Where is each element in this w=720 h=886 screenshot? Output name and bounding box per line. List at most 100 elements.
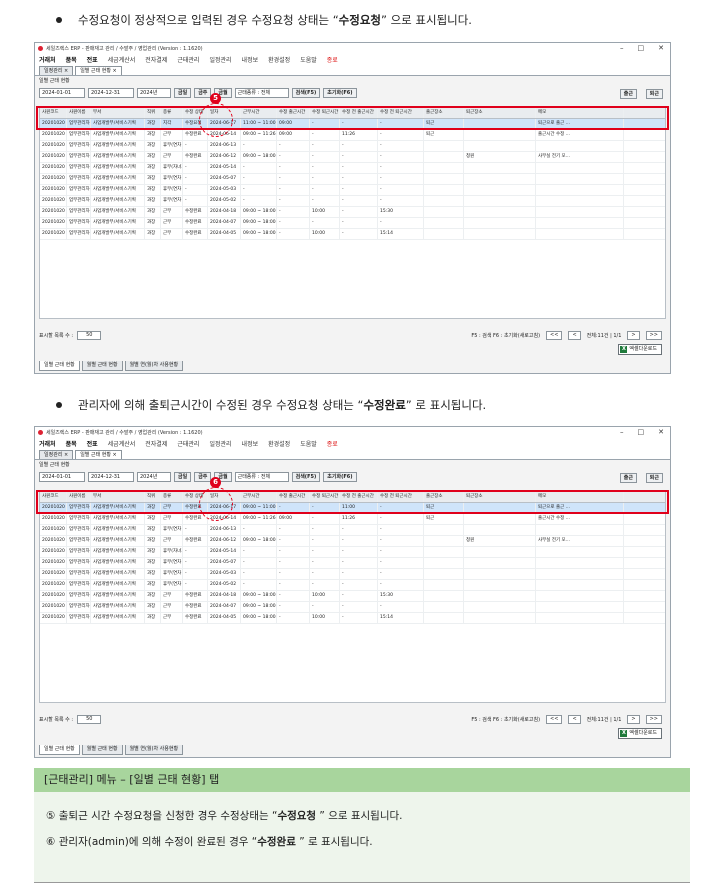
first-page-button[interactable]: <<	[546, 330, 563, 340]
table-row[interactable]: 20201020 업무관리자 사업개발부/서비스기획 과장 근무 수정완료 2024-04-…	[40, 602, 665, 613]
table-cell: 사업개발부/서비스기획	[91, 547, 145, 557]
rows-per-page-select[interactable]: 50	[77, 714, 102, 724]
table-row[interactable]: 20201020업무관리자사업개발부/서비스기획과장휴무(연차 1일)-2024…	[40, 141, 665, 152]
menu-item-2[interactable]: 전표	[87, 439, 98, 448]
reset-button[interactable]: 초기화(F6)	[323, 472, 357, 482]
table-cell: 사업개발부/서비스기획	[91, 613, 145, 623]
check-out-button[interactable]: 퇴근	[645, 89, 663, 99]
bottom-tab-1[interactable]: 월별 근태 현황	[81, 361, 123, 371]
excel-download-button[interactable]: X 엑셀다운로드	[618, 728, 662, 739]
close-button[interactable]: ✕	[658, 44, 664, 52]
menu-item-0[interactable]: 거래처	[39, 439, 56, 448]
menu-item-8[interactable]: 환경설정	[268, 439, 290, 448]
attendance-type-select[interactable]: 근태종류 : 전체	[234, 472, 289, 482]
reset-button[interactable]: 초기화(F6)	[323, 88, 357, 98]
check-in-button[interactable]: 출근	[619, 473, 637, 483]
last-page-button[interactable]: >>	[645, 330, 662, 340]
menu-item-5[interactable]: 근태관리	[177, 439, 199, 448]
attendance-type-select[interactable]: 근태종류 : 전체	[234, 88, 289, 98]
table-row[interactable]: 20201020업무관리자사업개발부/서비스기획과장휴무(연차 1일)-2024…	[40, 525, 665, 536]
table-cell: -	[277, 525, 310, 535]
today-button[interactable]: 금일	[174, 472, 192, 482]
menu-item-10[interactable]: 종료	[327, 439, 338, 448]
bottom-tab-0[interactable]: 일별 근태 현황	[39, 745, 80, 755]
table-row[interactable]: 20201020업무관리자사업개발부/서비스기획과장휴무(연차 1일)-2024…	[40, 580, 665, 591]
bottom-tab-2[interactable]: 월별 연(월)차 사용현황	[124, 745, 184, 755]
table-row[interactable]: 20201020 업무관리자 사업개발부/서비스기획 과장 근무 수정완료 2024-06-…	[40, 514, 665, 525]
bottom-tab-0[interactable]: 일별 근태 현황	[39, 361, 80, 371]
prev-page-button[interactable]: <	[568, 330, 581, 340]
table-row[interactable]: 20201020업무관리자사업개발부/서비스기획과장휴무(연차 1일)-2024…	[40, 569, 665, 580]
menu-item-2[interactable]: 전표	[87, 55, 98, 64]
this-week-button[interactable]: 금주	[194, 88, 212, 98]
menu-item-6[interactable]: 일정관리	[209, 439, 231, 448]
table-cell: 사업개발부/서비스기획	[91, 591, 145, 601]
bottom-tab-2[interactable]: 월별 연(월)차 사용현황	[124, 361, 184, 371]
maximize-button[interactable]: □	[638, 44, 645, 52]
menu-item-3[interactable]: 세금계산서	[108, 55, 136, 64]
menu-item-7[interactable]: 내정보	[242, 439, 259, 448]
date-to-field[interactable]: 2024-12-31	[88, 88, 134, 98]
year-select[interactable]: 2024년	[137, 472, 171, 482]
minimize-button[interactable]: –	[620, 428, 624, 436]
table-row[interactable]: 20201020업무관리자사업개발부/서비스기획과장휴무(연차 1일)-2024…	[40, 558, 665, 569]
menu-item-1[interactable]: 품목	[66, 55, 77, 64]
doc-tab-1[interactable]: 일별 근태 현황 ×	[75, 66, 122, 75]
menu-item-9[interactable]: 도움말	[300, 439, 317, 448]
table-row[interactable]: 20201020 업무관리자 사업개발부/서비스기획 과장 근무 수정완료 2024-04-…	[40, 591, 665, 602]
maximize-button[interactable]: □	[638, 428, 645, 436]
next-page-button[interactable]: >	[627, 330, 640, 340]
check-out-button[interactable]: 퇴근	[645, 473, 663, 483]
last-page-button[interactable]: >>	[645, 714, 662, 724]
table-row[interactable]: 20201020 업무관리자 사업개발부/서비스기획 과장 근무 수정완료 2024-04-…	[40, 613, 665, 624]
menu-item-0[interactable]: 거래처	[39, 55, 56, 64]
year-select[interactable]: 2024년	[137, 88, 171, 98]
today-button[interactable]: 금일	[174, 88, 192, 98]
menu-item-10[interactable]: 종료	[327, 55, 338, 64]
table-cell: -	[378, 218, 424, 228]
bottom-tab-1[interactable]: 월별 근태 현황	[81, 745, 123, 755]
menu-item-4[interactable]: 전자결제	[145, 439, 167, 448]
menu-item-1[interactable]: 품목	[66, 439, 77, 448]
search-button[interactable]: 검색(F5)	[291, 472, 321, 482]
table-row[interactable]: 20201020업무관리자사업개발부/서비스기획과장휴무(자녀휴원)-2024-…	[40, 547, 665, 558]
excel-download-button[interactable]: X 엑셀다운로드	[618, 344, 662, 355]
rows-per-page-select[interactable]: 50	[77, 330, 102, 340]
minimize-button[interactable]: –	[620, 44, 624, 52]
close-button[interactable]: ✕	[658, 428, 664, 436]
doc-tab-0[interactable]: 일정관리 ×	[39, 66, 74, 75]
table-row[interactable]: 20201020 업무관리자 사업개발부/서비스기획 과장 근무 수정완료 2024-06-…	[40, 536, 665, 547]
table-row[interactable]: 20201020 업무관리자 사업개발부/서비스기획 과장 근무 수정완료 2024-06-…	[40, 152, 665, 163]
menu-item-8[interactable]: 환경설정	[268, 55, 290, 64]
menu-item-5[interactable]: 근태관리	[177, 55, 199, 64]
this-week-button[interactable]: 금주	[194, 472, 212, 482]
panel-line-6-num: ⑥	[46, 836, 56, 848]
doc-tab-0[interactable]: 일정관리 ×	[39, 450, 74, 459]
menu-item-3[interactable]: 세금계산서	[108, 439, 136, 448]
step-marker: 5	[210, 93, 221, 104]
prev-page-button[interactable]: <	[568, 714, 581, 724]
table-row[interactable]: 20201020 업무관리자 사업개발부/서비스기획 과장 근무 수정완료 2024-04-…	[40, 207, 665, 218]
menu-item-7[interactable]: 내정보	[242, 55, 259, 64]
table-row[interactable]: 20201020업무관리자사업개발부/서비스기획과장휴무(연차 1일)-2024…	[40, 196, 665, 207]
table-row[interactable]: 20201020 업무관리자 사업개발부/서비스기획 과장 근무 수정완료 2024-06-…	[40, 130, 665, 141]
menu-item-9[interactable]: 도움말	[300, 55, 317, 64]
table-row[interactable]: 20201020업무관리자사업개발부/서비스기획과장휴무(자녀휴원)-2024-…	[40, 163, 665, 174]
table-row[interactable]: 20201020업무관리자사업개발부/서비스기획과장휴무(연차 1일)-2024…	[40, 185, 665, 196]
table-cell: -	[378, 558, 424, 568]
table-cell	[536, 174, 624, 184]
menu-item-6[interactable]: 일정관리	[209, 55, 231, 64]
table-row[interactable]: 20201020 업무관리자 사업개발부/서비스기획 과장 근무 수정완료 2024-04-…	[40, 218, 665, 229]
doc-tab-1[interactable]: 일별 근태 현황 ×	[75, 450, 122, 459]
check-in-button[interactable]: 출근	[619, 89, 637, 99]
date-to-field[interactable]: 2024-12-31	[88, 472, 134, 482]
search-button[interactable]: 검색(F5)	[291, 88, 321, 98]
next-page-button[interactable]: >	[627, 714, 640, 724]
table-row[interactable]: 20201020업무관리자사업개발부/서비스기획과장휴무(연차 1일)-2024…	[40, 174, 665, 185]
menu-item-4[interactable]: 전자결제	[145, 55, 167, 64]
date-from-field[interactable]: 2024-01-01	[39, 472, 85, 482]
date-from-field[interactable]: 2024-01-01	[39, 88, 85, 98]
table-row[interactable]: 20201020 업무관리자 사업개발부/서비스기획 과장 근무 수정완료 2024-04-…	[40, 229, 665, 240]
first-page-button[interactable]: <<	[546, 714, 563, 724]
table-cell: 09:00 ~ 18:00	[241, 536, 277, 546]
